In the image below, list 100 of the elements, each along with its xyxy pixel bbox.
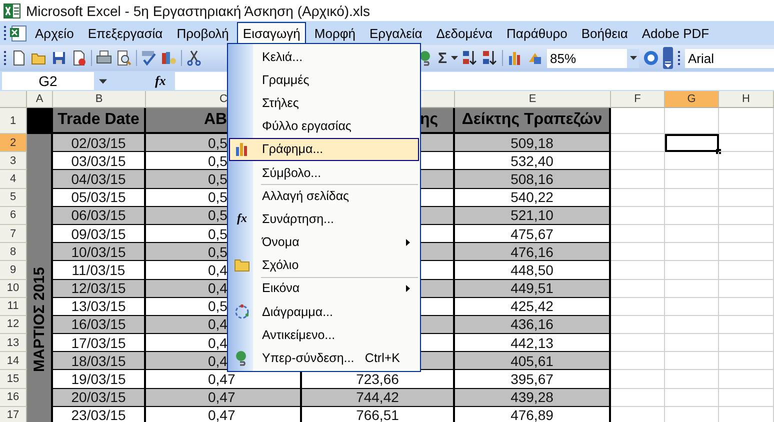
row-header[interactable]: 14 [0, 352, 27, 370]
empty-cell [719, 243, 774, 262]
menu-item[interactable]: Adobe PDF [636, 22, 716, 44]
excel-logo-icon [3, 2, 21, 18]
caret-icon[interactable] [451, 56, 458, 60]
table-cell: 19/03/15 [53, 370, 146, 389]
row-header[interactable]: 15 [0, 370, 27, 389]
insert-function-button[interactable]: fx [155, 73, 171, 89]
grip-icon [3, 25, 7, 41]
empty-cell [665, 108, 719, 134]
table-cell: 395,67 [455, 370, 611, 389]
table-cell: 449,51 [455, 280, 611, 298]
menu-item[interactable]: Επεξεργασία [82, 22, 169, 44]
menu-item[interactable]: Εργαλεία [364, 22, 428, 44]
menu-item[interactable]: Βοήθεια [575, 22, 634, 44]
table-cell: 509,18 [455, 134, 611, 152]
table-cell: 09/03/15 [53, 224, 146, 244]
table-cell: 521,10 [455, 206, 611, 225]
sort-ascending-icon[interactable] [462, 50, 478, 66]
toolbar-options-icon[interactable] [663, 47, 674, 69]
menu-item[interactable]: Αρχείο [29, 22, 80, 44]
table-cell: 18/03/15 [53, 352, 146, 370]
autosum-button[interactable]: Σ [438, 50, 448, 66]
empty-cell [719, 298, 774, 316]
menu-item[interactable]: Παράθυρο [500, 22, 574, 44]
column-header[interactable]: E [455, 91, 611, 108]
name-box[interactable]: G2 [2, 72, 94, 90]
column-header[interactable]: G [665, 91, 719, 108]
menu-item[interactable]: Δεδομένα [430, 22, 499, 44]
row-header[interactable]: 11 [0, 298, 27, 316]
menu-item[interactable]: Μορφή [308, 22, 362, 44]
row-header[interactable]: 7 [0, 224, 27, 244]
empty-cell [665, 224, 719, 244]
spelling-check-icon[interactable] [141, 50, 157, 66]
menu-option[interactable]: Κελιά... [229, 45, 419, 68]
column-title: Trade Date [53, 108, 146, 134]
sort-descending-icon[interactable] [482, 50, 498, 66]
table-cell: 723,66 [302, 370, 455, 389]
column-header[interactable]: B [53, 91, 146, 108]
empty-cell [665, 243, 719, 262]
column-header[interactable]: A [27, 91, 53, 108]
table-cell: 540,22 [455, 188, 611, 207]
row-header[interactable]: 5 [0, 188, 27, 207]
print-preview-icon[interactable] [116, 50, 132, 66]
table-cell: 475,67 [455, 224, 611, 244]
empty-cell [665, 280, 719, 298]
row-header[interactable]: 16 [0, 388, 27, 407]
row-header[interactable]: 2 [0, 134, 27, 152]
document-stop-icon[interactable] [71, 50, 87, 66]
scissors-icon[interactable] [186, 50, 202, 66]
font-field[interactable]: Arial [685, 48, 774, 68]
help-icon[interactable] [643, 50, 660, 66]
row-header[interactable]: 10 [0, 280, 27, 298]
table-cell: 436,16 [455, 316, 611, 334]
empty-cell [665, 370, 719, 389]
table-cell: 20/03/15 [53, 388, 146, 407]
empty-cell [665, 334, 719, 352]
menu-option[interactable]: Γραμμές [229, 68, 419, 92]
table-cell: 532,40 [455, 152, 611, 170]
row-header[interactable]: 13 [0, 334, 27, 352]
table-cell: 0,47 [146, 388, 302, 407]
table-cell: 11/03/15 [53, 261, 146, 280]
new-document-icon[interactable] [11, 50, 27, 66]
row-header[interactable]: 8 [0, 243, 27, 262]
menu-option[interactable]: Γράφημα... [229, 138, 419, 161]
row-header[interactable]: 17 [0, 406, 27, 422]
column-header[interactable]: H [719, 91, 774, 108]
row-header[interactable]: 1 [0, 108, 27, 134]
table-cell: 17/03/15 [53, 334, 146, 352]
row-header[interactable]: 6 [0, 206, 27, 225]
row-header[interactable]: 12 [0, 316, 27, 334]
row-header[interactable]: 4 [0, 170, 27, 189]
zoom-dropdown[interactable]: 85% [547, 48, 640, 68]
window-title: Microsoft Excel - 5η Εργαστηριακή Άσκηση (Αρχικό).xls [26, 2, 370, 18]
empty-cell [719, 170, 774, 189]
empty-cell [665, 352, 719, 370]
empty-cell [719, 134, 774, 152]
table-cell: 425,42 [455, 298, 611, 316]
row-header[interactable]: 3 [0, 152, 27, 170]
column-title: Δείκτης Τραπεζών [455, 108, 611, 134]
empty-cell [719, 206, 774, 225]
submenu-arrow-icon [406, 284, 410, 292]
bar-chart-icon [234, 141, 250, 158]
menu-item[interactable]: Εισαγωγή [236, 22, 306, 44]
row-header[interactable]: 9 [0, 261, 27, 280]
empty-cell [719, 224, 774, 244]
table-cell: 02/03/15 [53, 134, 146, 152]
menu-item[interactable]: Προβολή [170, 22, 235, 44]
note-icon [234, 258, 250, 272]
empty-cell [665, 206, 719, 225]
printer-icon[interactable] [96, 50, 112, 66]
caret-icon[interactable] [99, 78, 107, 84]
table-cell: 06/03/15 [53, 206, 146, 225]
caret-icon[interactable] [630, 56, 637, 60]
column-header[interactable]: F [611, 91, 665, 108]
empty-cell [665, 316, 719, 334]
workbook-icon[interactable] [9, 24, 27, 42]
active-cell[interactable] [665, 134, 719, 152]
table-cell: 476,16 [455, 243, 611, 262]
table-cell: 744,42 [302, 388, 455, 407]
